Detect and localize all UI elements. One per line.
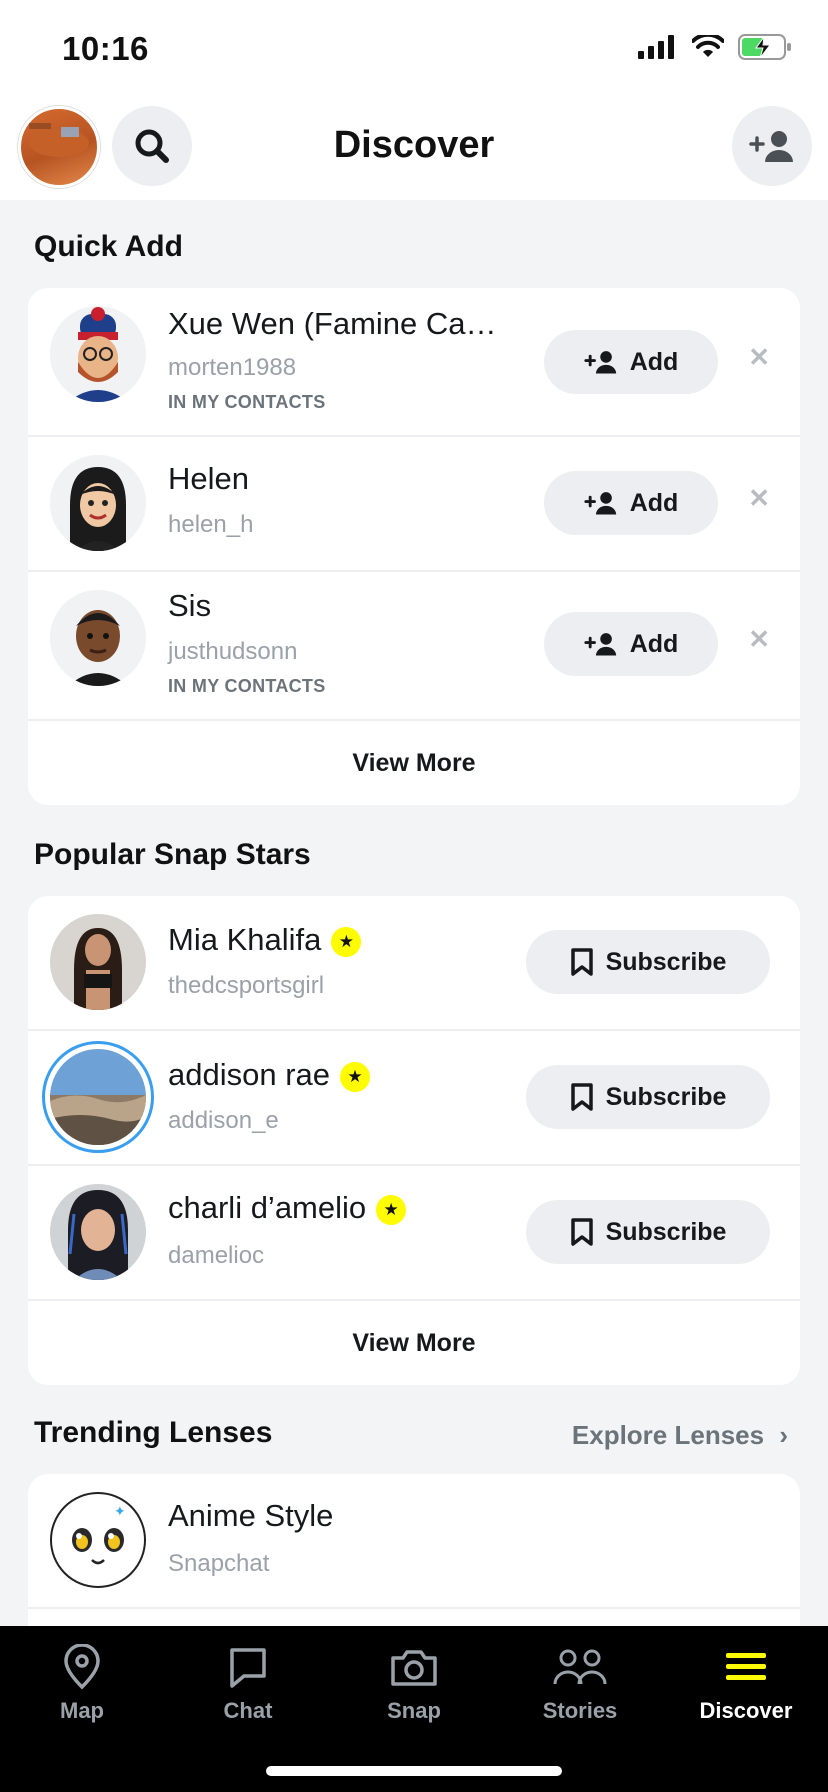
- star-username: thedcsportsgirl: [168, 972, 325, 999]
- home-indicator: [266, 1766, 562, 1776]
- list-item[interactable]: charli d’amelio ★ damelioc Subscribe: [28, 1166, 800, 1301]
- chevron-right-icon: ›: [779, 1420, 788, 1450]
- add-friend-button[interactable]: [732, 106, 812, 186]
- quick-add-heading: Quick Add: [34, 230, 183, 263]
- battery-icon: [738, 34, 791, 60]
- camera-icon: [391, 1650, 437, 1686]
- signal-icon: [638, 35, 674, 59]
- star-username: damelioc: [168, 1242, 265, 1269]
- subscribe-label: Subscribe: [605, 1082, 727, 1111]
- subscribe-label: Subscribe: [605, 947, 727, 976]
- bookmark-icon: [570, 948, 593, 976]
- list-item[interactable]: Xue Wen (Famine Ca… morten1988 IN MY CON…: [28, 288, 800, 437]
- list-item[interactable]: Mia Khalifa ★ thedcsportsgirl Subscribe: [28, 896, 800, 1031]
- friend-username: justhudsonn: [168, 638, 298, 665]
- star-username: addison_e: [168, 1107, 279, 1134]
- lens-name: Anime Style: [168, 1498, 334, 1533]
- snap-stars-card: Mia Khalifa ★ thedcsportsgirl Subscribe: [28, 896, 800, 1385]
- tab-snap[interactable]: Snap: [354, 1644, 474, 1724]
- snap-stars-view-more[interactable]: View More: [28, 1301, 800, 1385]
- tab-map-label: Map: [60, 1698, 104, 1723]
- avatar: [50, 1184, 146, 1280]
- friend-name: Sis: [168, 588, 212, 623]
- tab-discover-label: Discover: [699, 1698, 793, 1723]
- star-name: addison rae: [168, 1057, 331, 1092]
- story-avatar[interactable]: [42, 1041, 154, 1153]
- list-item[interactable]: Helen helen_h Add ✕: [28, 437, 800, 572]
- map-pin-icon: [64, 1644, 100, 1690]
- star-name: charli d’amelio: [168, 1190, 367, 1225]
- explore-lenses-label: Explore Lenses: [571, 1420, 765, 1450]
- add-button-label: Add: [629, 347, 679, 376]
- list-item[interactable]: addison rae ★ addison_e Subscribe: [28, 1031, 800, 1166]
- dismiss-button[interactable]: ✕: [748, 624, 770, 655]
- subscribe-button[interactable]: Subscribe: [526, 1065, 770, 1129]
- lens-creator: Snapchat: [168, 1550, 270, 1577]
- star-name-row: addison rae ★: [168, 1057, 371, 1093]
- bookmark-icon: [570, 1218, 593, 1246]
- subscribe-button[interactable]: Subscribe: [526, 930, 770, 994]
- add-button[interactable]: Add: [544, 330, 718, 394]
- trending-lenses-heading: Trending Lenses: [34, 1416, 273, 1449]
- star-name: Mia Khalifa: [168, 922, 322, 957]
- list-item[interactable]: Sis justhudsonn IN MY CONTACTS Add ✕: [28, 572, 800, 721]
- add-friend-icon: [584, 633, 616, 656]
- page-title: Discover: [333, 124, 495, 166]
- status-time: 10:16: [62, 30, 149, 67]
- discover-screen: 10:16 Discover Quick Add Xue Wen (Famine…: [0, 0, 828, 1792]
- snap-star-badge-icon: ★: [340, 1061, 371, 1092]
- quick-add-view-more[interactable]: View More: [28, 721, 800, 805]
- dismiss-button[interactable]: ✕: [748, 483, 770, 514]
- stories-icon: [553, 1649, 607, 1685]
- subscribe-button[interactable]: Subscribe: [526, 1200, 770, 1264]
- explore-lenses-link[interactable]: Explore Lenses ›: [572, 1420, 788, 1451]
- star-name-row: Mia Khalifa ★: [168, 922, 362, 958]
- friend-username: morten1988: [168, 354, 297, 381]
- add-button-label: Add: [629, 488, 679, 517]
- wifi-icon: [692, 35, 724, 57]
- tab-chat-label: Chat: [223, 1698, 273, 1723]
- snap-stars-heading: Popular Snap Stars: [34, 838, 311, 871]
- avatar: [50, 306, 146, 402]
- friend-name: Helen: [168, 461, 249, 496]
- svg-text:✦: ✦: [114, 1503, 126, 1519]
- dismiss-button[interactable]: ✕: [748, 342, 770, 373]
- snap-star-badge-icon: ★: [376, 1194, 407, 1225]
- snap-star-badge-icon: ★: [331, 926, 362, 957]
- contacts-note: IN MY CONTACTS: [168, 392, 326, 412]
- chat-icon: [230, 1648, 266, 1688]
- avatar: [50, 914, 146, 1010]
- add-button[interactable]: Add: [544, 471, 718, 535]
- discover-icon: [726, 1653, 766, 1680]
- list-item[interactable]: ✦ Anime Style Snapchat: [28, 1474, 800, 1609]
- avatar: [50, 455, 146, 551]
- friend-name: Xue Wen (Famine Ca…: [168, 306, 497, 341]
- status-bar: 10:16: [0, 0, 828, 96]
- tab-stories[interactable]: Stories: [520, 1644, 640, 1724]
- quick-add-card: Xue Wen (Famine Ca… morten1988 IN MY CON…: [28, 288, 800, 805]
- tab-discover[interactable]: Discover: [686, 1644, 806, 1724]
- add-button[interactable]: Add: [544, 612, 718, 676]
- add-button-label: Add: [629, 629, 679, 658]
- star-name-row: charli d’amelio ★: [168, 1190, 407, 1226]
- tab-snap-label: Snap: [387, 1698, 441, 1723]
- tab-chat[interactable]: Chat: [188, 1644, 308, 1724]
- contacts-note: IN MY CONTACTS: [168, 676, 326, 696]
- bookmark-icon: [570, 1083, 593, 1111]
- subscribe-label: Subscribe: [605, 1217, 727, 1246]
- add-friend-icon: [749, 131, 793, 162]
- avatar: [50, 590, 146, 686]
- add-friend-icon: [584, 351, 616, 374]
- friend-username: helen_h: [168, 511, 254, 538]
- tab-map[interactable]: Map: [22, 1644, 142, 1724]
- lens-icon: ✦: [50, 1492, 146, 1588]
- add-friend-icon: [584, 492, 616, 515]
- top-header: Discover: [0, 96, 828, 200]
- tab-stories-label: Stories: [542, 1698, 618, 1723]
